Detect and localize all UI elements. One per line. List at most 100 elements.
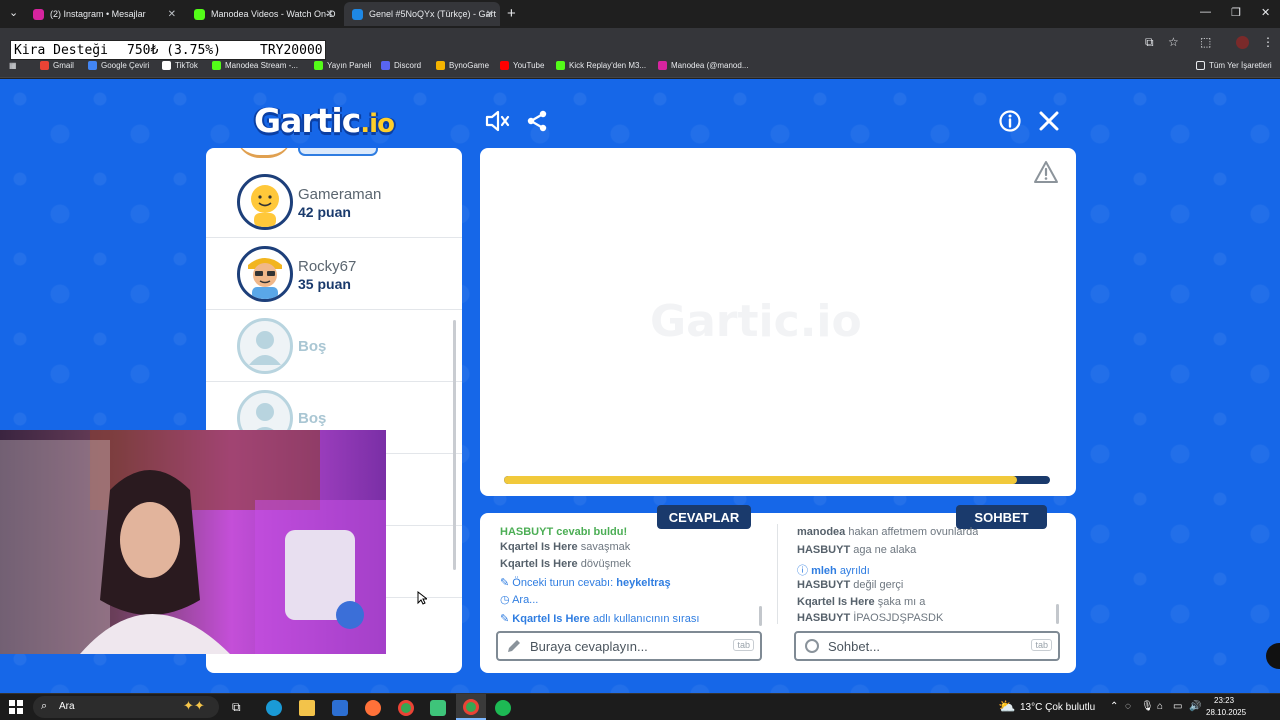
tray-chevron-icon[interactable]: ⌃ [1110,701,1118,712]
store-icon[interactable] [332,700,348,716]
info-button[interactable] [995,106,1025,136]
bookmark-label: Yayın Paneli [327,61,372,70]
minimize-button[interactable]: — [1200,6,1211,18]
menu-icon[interactable]: ⋮ [1262,35,1274,49]
streamer-webcam [0,430,386,654]
info-icon [999,110,1021,132]
chat-line: manodea hakan affetmem oyunlarda [797,526,978,535]
all-bookmarks[interactable]: Tüm Yer İşaretleri [1196,61,1272,70]
bookmark-yayin-paneli[interactable]: Yayın Paneli [314,61,371,70]
answer-line: HASBUYT cevabı buldu! [500,526,627,535]
close-icon[interactable]: ✕ [168,9,176,20]
player-name: Rocky67 [298,258,357,275]
apps-icon[interactable]: ▦ [9,61,17,70]
bookmark-gmail[interactable]: Gmail [40,61,74,70]
username: Kqartel Is Here [500,558,578,570]
chrome-icon[interactable] [398,700,414,716]
answer-input-box[interactable]: tab [496,631,762,661]
player-list-scrollbar[interactable] [453,320,456,570]
clock-time[interactable]: 23:23 [1214,696,1234,705]
pencil-icon [508,640,520,652]
windows-start-button[interactable] [9,700,25,716]
username: HASBUYT [797,612,851,624]
new-tab-button[interactable]: + [507,5,516,22]
chat-line: HASBUYT değil gerçi [797,579,903,591]
avatar-rocky-icon [248,258,282,299]
app-icon[interactable] [430,700,446,716]
extensions-icon[interactable]: ⬚ [1200,35,1211,49]
close-icon[interactable]: ✕ [486,9,494,20]
task-view-icon[interactable]: ⧉ [232,700,248,716]
tab-kick-videos[interactable]: Manodea Videos - Watch On-D ✕ [186,4,340,24]
folder-icon [1196,61,1205,70]
bookmark-manodea-stream[interactable]: Manodea Stream -... [212,61,298,70]
correct-answer-note: HASBUYT cevabı buldu! [500,526,628,535]
instagram-icon [33,8,44,20]
search-highlight-icon: ✦✦ [183,698,205,713]
chat-input[interactable] [828,638,1018,654]
bookmark-kick-replay[interactable]: Kick Replay'den M3... [556,61,646,70]
empty-slot: Boş [206,310,462,382]
tray-app-icon[interactable]: ◌ [1125,701,1131,712]
bookmark-manodea-instagram[interactable]: Manodea (@manod... [658,61,749,70]
mouse-cursor-icon [417,591,427,605]
player-score: 35 puan [298,276,351,292]
spotify-icon[interactable] [495,700,511,716]
answer-line: Kqartel Is Here dövüşmek [500,558,631,570]
chat-input-box[interactable]: tab [794,631,1060,661]
donation-amount: 750₺ (3.75%) [127,42,221,58]
tab-title: (2) Instagram • Mesajlar [50,9,146,19]
share-icon [527,110,547,132]
bookmark-label: TikTok [175,61,198,70]
clock-date[interactable]: 28.10.2025 [1206,708,1246,717]
player-row[interactable]: Rocky67 35 puan [206,238,462,310]
chat-line: HASBUYT İPAOSJDŞPASDK [797,612,943,624]
username: Kqartel Is Here [512,613,590,625]
file-explorer-icon[interactable] [299,700,315,716]
bookmark-bynogame[interactable]: BynoGame [436,61,489,70]
bookmark-star-icon[interactable]: ☆ [1168,35,1179,49]
cast-icon[interactable]: ⧉ [1145,35,1154,50]
gartic-logo: Gartic.io [254,101,395,140]
canvas-watermark: Gartic.io [650,296,862,347]
bookmark-label: Google Çeviri [101,61,150,70]
bynogame-icon [436,61,445,70]
bookmark-tiktok[interactable]: TikTok [162,61,198,70]
chrome-active-button[interactable] [456,694,486,720]
chat-text: şaka mı a [877,596,926,608]
tab-instagram[interactable]: (2) Instagram • Mesajlar ✕ [25,4,182,24]
firefox-icon[interactable] [365,700,381,716]
volume-icon[interactable]: 🔊 [1189,701,1201,712]
report-button[interactable] [1033,160,1059,189]
profile-avatar[interactable] [1236,36,1249,49]
answers-scrollbar[interactable] [759,606,762,626]
close-icon[interactable]: ✕ [326,9,334,20]
share-button[interactable] [522,106,552,136]
close-icon [1039,111,1059,131]
username: Kqartel Is Here [500,541,578,553]
bookmark-discord[interactable]: Discord [381,61,421,70]
edge-icon[interactable] [266,700,282,716]
player-row[interactable]: Gameraman 42 puan [206,166,462,238]
chat-scrollbar[interactable] [1056,604,1059,624]
answer-line: ◷ Ara... [500,593,538,606]
donation-goal-overlay: Kira Desteği 750₺ (3.75%) TRY20000 [10,40,326,60]
bookmark-youtube[interactable]: YouTube [500,61,544,70]
exit-button[interactable] [1034,106,1064,136]
display-icon[interactable]: ▭ [1173,701,1182,712]
answer-input[interactable] [530,638,720,654]
tab-gartic[interactable]: Genel #5NoQYx (Türkçe) - Gart ✕ [344,2,500,26]
microphone-icon[interactable]: 🎙 [1141,701,1154,712]
bookmark-google-translate[interactable]: Google Çeviri [88,61,149,70]
tab-search-icon[interactable]: ⌄ [9,6,18,19]
maximize-button[interactable]: ❐ [1231,6,1241,19]
discord-icon [381,61,390,70]
taskbar-search[interactable]: ⌕ Ara ✦✦ [33,696,219,718]
webcam-image [0,430,386,654]
youtube-icon [500,61,509,70]
sound-button[interactable] [483,106,513,136]
tiktok-icon [162,61,171,70]
network-icon[interactable]: ⌂ [1157,701,1163,712]
close-window-button[interactable]: ✕ [1261,6,1270,19]
weather-text[interactable]: 13°C Çok bulutlu [1020,702,1095,713]
